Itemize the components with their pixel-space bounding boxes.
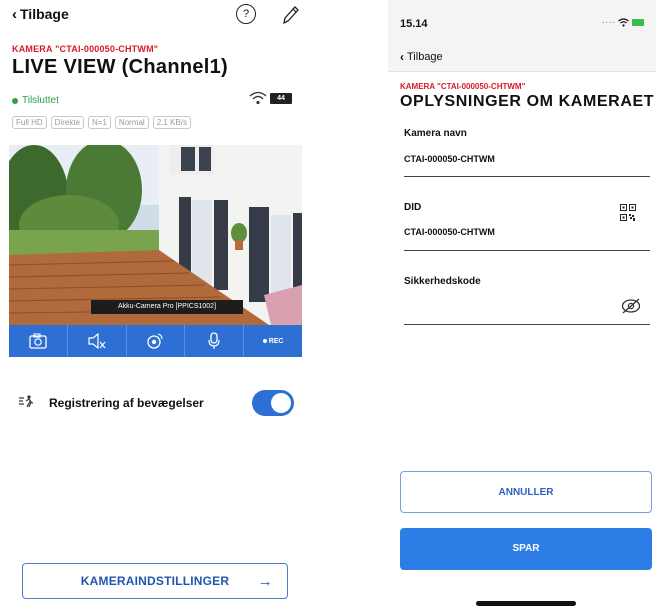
chip-viewers: N=1 (88, 116, 111, 129)
toggle-knob (271, 393, 291, 413)
chip-quality: Normal (114, 116, 149, 129)
record-indicator: REC (262, 337, 284, 345)
motion-detection-label: Registrering af bevægelser (49, 396, 204, 410)
motion-detection-toggle[interactable] (252, 390, 294, 416)
video-control-bar: REC (9, 325, 302, 357)
microphone-icon (208, 332, 220, 349)
arrow-right-icon: → (257, 573, 273, 590)
divider (404, 176, 650, 177)
camera-name-label: Kamera navn (404, 128, 467, 139)
chip-bitrate: 2.1 KB/s (152, 116, 191, 129)
save-button[interactable]: SPAR (400, 528, 652, 570)
divider (404, 250, 650, 251)
top-bar: ‹ Tilbage ? (0, 0, 305, 30)
nav-bar: ‹ Tilbage (388, 40, 656, 72)
wifi-status-icon (618, 18, 629, 27)
did-label: DID (404, 202, 422, 213)
status-time: 15.14 (400, 18, 428, 30)
camera-id-label: KAMERA "CTAI-000050-CHTWM" (12, 44, 159, 54)
ios-status-bar: 15.14 ···· (388, 0, 656, 40)
record-button[interactable]: REC (244, 325, 302, 357)
camera-overlay-label: Akku-Camera Pro [PPICS1002] (91, 300, 243, 314)
cancel-button[interactable]: ANNULLER (400, 471, 652, 513)
signal-dots-icon: ···· (601, 17, 615, 28)
back-label: Tilbage (20, 6, 69, 22)
live-view-screen: ‹ Tilbage ? KAMERA "CTAI-000050-CHTWM" L… (0, 0, 305, 606)
camera-settings-label: KAMERAINDSTILLINGER (80, 574, 230, 588)
video-frame-image (9, 145, 302, 325)
record-label: REC (268, 337, 284, 345)
speaker-button[interactable] (68, 325, 127, 357)
battery-icon (632, 19, 644, 26)
camera-settings-button[interactable]: KAMERAINDSTILLINGER → (22, 563, 288, 599)
back-button[interactable]: ‹ Tilbage (12, 6, 69, 22)
home-indicator (476, 601, 576, 606)
microphone-button[interactable] (185, 325, 245, 357)
snapshot-button[interactable] (9, 325, 68, 357)
stream-info-chips: Full HD Direkte N=1 Normal 2.1 KB/s (12, 116, 191, 129)
motion-detection-row: Registrering af bevægelser (18, 390, 294, 416)
chevron-left-icon: ‹ (12, 5, 17, 23)
back-button[interactable]: ‹ Tilbage (400, 50, 443, 64)
record-dot-icon (262, 339, 267, 343)
connection-status-text: Tilsluttet (22, 95, 59, 106)
help-icon[interactable]: ? (236, 4, 256, 24)
live-video-feed[interactable]: Akku-Camera Pro [PPICS1002] (9, 145, 302, 325)
status-dot-icon (12, 97, 18, 104)
camera-info-screen: 15.14 ···· ‹ Tilbage KAMERA "CTAI-000050… (388, 0, 656, 606)
camera-id-label: KAMERA "CTAI-000050-CHTWM" (400, 82, 526, 91)
motion-icon (18, 394, 34, 413)
chevron-left-icon: ‹ (400, 50, 404, 64)
pan-tilt-button[interactable] (127, 325, 186, 357)
speaker-mute-icon (88, 333, 106, 349)
chip-mode: Direkte (50, 116, 85, 129)
chip-resolution: Full HD (12, 116, 47, 129)
page-title: LIVE VIEW (Channel1) (12, 56, 229, 78)
qr-code-icon[interactable] (620, 204, 636, 227)
rotate-camera-icon (147, 333, 164, 349)
page-title: OPLYSNINGER OM KAMERAET (400, 93, 655, 110)
edit-icon[interactable] (281, 4, 301, 31)
did-field[interactable]: CTAI-000050-CHTWM (404, 227, 495, 237)
eye-hidden-icon[interactable] (621, 298, 641, 319)
security-code-label: Sikkerhedskode (404, 276, 481, 287)
camera-icon (29, 333, 47, 349)
camera-name-field[interactable]: CTAI-000050-CHTWM (404, 154, 495, 164)
back-label: Tilbage (407, 51, 443, 63)
connection-status: Tilsluttet (12, 95, 59, 106)
divider (404, 324, 650, 325)
battery-level: 44 (270, 93, 292, 104)
wifi-icon (248, 90, 268, 111)
status-icons: ···· (602, 17, 644, 28)
